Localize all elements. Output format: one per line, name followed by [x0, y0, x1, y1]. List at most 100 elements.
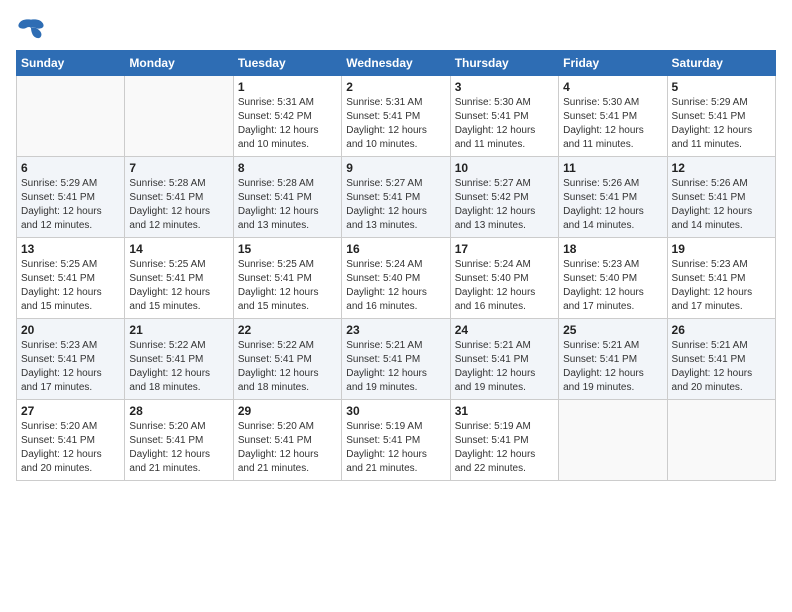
calendar-day-cell: 20Sunrise: 5:23 AM Sunset: 5:41 PM Dayli…: [17, 319, 125, 400]
day-info: Sunrise: 5:19 AM Sunset: 5:41 PM Dayligh…: [455, 420, 554, 476]
calendar-week-row: 1 Sunrise: 5:31 AM Sunset: 5:42 PM Daylig…: [17, 76, 776, 157]
day-info: Sunrise: 5:31 AM Sunset: 5:42 PM Dayligh…: [238, 96, 337, 152]
calendar-day-cell: 29Sunrise: 5:20 AM Sunset: 5:41 PM Dayli…: [233, 400, 341, 481]
day-info: Sunrise: 5:25 AM Sunset: 5:41 PM Dayligh…: [21, 258, 120, 314]
calendar-day-cell: 10 Sunrise: 5:27 AM Sunset: 5:42 PM Dayli…: [450, 157, 558, 238]
day-number: 8: [238, 161, 337, 175]
day-number: 2: [346, 80, 445, 94]
day-number: 27: [21, 404, 120, 418]
day-number: 14: [129, 242, 228, 256]
day-number: 11: [563, 161, 662, 175]
day-number: 26: [672, 323, 771, 337]
calendar-week-row: 20Sunrise: 5:23 AM Sunset: 5:41 PM Dayli…: [17, 319, 776, 400]
day-number: 22: [238, 323, 337, 337]
day-number: 17: [455, 242, 554, 256]
calendar-header-thursday: Thursday: [450, 51, 558, 76]
calendar-header-tuesday: Tuesday: [233, 51, 341, 76]
calendar-day-cell: 7Sunrise: 5:28 AM Sunset: 5:41 PM Daylig…: [125, 157, 233, 238]
calendar-day-cell: 22 Sunrise: 5:22 AM Sunset: 5:41 PM Dayli…: [233, 319, 341, 400]
day-info: Sunrise: 5:27 AM Sunset: 5:42 PM Dayligh…: [455, 177, 554, 233]
day-number: 21: [129, 323, 228, 337]
day-info: Sunrise: 5:23 AM Sunset: 5:40 PM Dayligh…: [563, 258, 662, 314]
day-info: Sunrise: 5:20 AM Sunset: 5:41 PM Dayligh…: [129, 420, 228, 476]
day-info: Sunrise: 5:21 AM Sunset: 5:41 PM Dayligh…: [672, 339, 771, 395]
day-number: 10: [455, 161, 554, 175]
calendar-day-cell: [17, 76, 125, 157]
calendar-day-cell: 1 Sunrise: 5:31 AM Sunset: 5:42 PM Daylig…: [233, 76, 341, 157]
day-info: Sunrise: 5:24 AM Sunset: 5:40 PM Dayligh…: [346, 258, 445, 314]
calendar-day-cell: 13 Sunrise: 5:25 AM Sunset: 5:41 PM Dayli…: [17, 238, 125, 319]
day-number: 3: [455, 80, 554, 94]
day-number: 25: [563, 323, 662, 337]
calendar-day-cell: 14 Sunrise: 5:25 AM Sunset: 5:41 PM Dayli…: [125, 238, 233, 319]
day-info: Sunrise: 5:22 AM Sunset: 5:41 PM Dayligh…: [238, 339, 337, 395]
calendar-header-row: SundayMondayTuesdayWednesdayThursdayFrid…: [17, 51, 776, 76]
day-info: Sunrise: 5:24 AM Sunset: 5:40 PM Dayligh…: [455, 258, 554, 314]
day-number: 24: [455, 323, 554, 337]
day-number: 20: [21, 323, 120, 337]
calendar-day-cell: 23 Sunrise: 5:21 AM Sunset: 5:41 PM Dayli…: [342, 319, 450, 400]
calendar-day-cell: 12Sunrise: 5:26 AM Sunset: 5:41 PM Dayli…: [667, 157, 775, 238]
day-number: 16: [346, 242, 445, 256]
day-info: Sunrise: 5:29 AM Sunset: 5:41 PM Dayligh…: [21, 177, 120, 233]
day-number: 7: [129, 161, 228, 175]
calendar-day-cell: [559, 400, 667, 481]
calendar-header-wednesday: Wednesday: [342, 51, 450, 76]
day-number: 5: [672, 80, 771, 94]
day-number: 31: [455, 404, 554, 418]
day-number: 6: [21, 161, 120, 175]
day-number: 9: [346, 161, 445, 175]
calendar-day-cell: 26 Sunrise: 5:21 AM Sunset: 5:41 PM Dayli…: [667, 319, 775, 400]
day-info: Sunrise: 5:30 AM Sunset: 5:41 PM Dayligh…: [455, 96, 554, 152]
calendar-day-cell: 24 Sunrise: 5:21 AM Sunset: 5:41 PM Dayli…: [450, 319, 558, 400]
calendar-day-cell: 25 Sunrise: 5:21 AM Sunset: 5:41 PM Dayli…: [559, 319, 667, 400]
day-number: 19: [672, 242, 771, 256]
calendar-body: 1 Sunrise: 5:31 AM Sunset: 5:42 PM Daylig…: [17, 76, 776, 481]
day-number: 1: [238, 80, 337, 94]
calendar-week-row: 6 Sunrise: 5:29 AM Sunset: 5:41 PM Daylig…: [17, 157, 776, 238]
calendar-header-sunday: Sunday: [17, 51, 125, 76]
day-info: Sunrise: 5:21 AM Sunset: 5:41 PM Dayligh…: [346, 339, 445, 395]
day-info: Sunrise: 5:26 AM Sunset: 5:41 PM Dayligh…: [672, 177, 771, 233]
calendar-table: SundayMondayTuesdayWednesdayThursdayFrid…: [16, 50, 776, 481]
calendar-day-cell: [667, 400, 775, 481]
day-number: 23: [346, 323, 445, 337]
calendar-day-cell: 2 Sunrise: 5:31 AM Sunset: 5:41 PM Daylig…: [342, 76, 450, 157]
day-info: Sunrise: 5:26 AM Sunset: 5:41 PM Dayligh…: [563, 177, 662, 233]
day-number: 29: [238, 404, 337, 418]
calendar-day-cell: 5Sunrise: 5:29 AM Sunset: 5:41 PM Daylig…: [667, 76, 775, 157]
day-info: Sunrise: 5:21 AM Sunset: 5:41 PM Dayligh…: [563, 339, 662, 395]
calendar-day-cell: 28 Sunrise: 5:20 AM Sunset: 5:41 PM Dayli…: [125, 400, 233, 481]
day-info: Sunrise: 5:25 AM Sunset: 5:41 PM Dayligh…: [129, 258, 228, 314]
logo: [16, 16, 50, 40]
calendar-day-cell: [125, 76, 233, 157]
day-info: Sunrise: 5:22 AM Sunset: 5:41 PM Dayligh…: [129, 339, 228, 395]
calendar-day-cell: 17 Sunrise: 5:24 AM Sunset: 5:40 PM Dayli…: [450, 238, 558, 319]
calendar-day-cell: 31 Sunrise: 5:19 AM Sunset: 5:41 PM Dayli…: [450, 400, 558, 481]
day-number: 28: [129, 404, 228, 418]
day-info: Sunrise: 5:20 AM Sunset: 5:41 PM Dayligh…: [21, 420, 120, 476]
logo-bird-icon: [16, 16, 46, 40]
day-info: Sunrise: 5:21 AM Sunset: 5:41 PM Dayligh…: [455, 339, 554, 395]
day-info: Sunrise: 5:31 AM Sunset: 5:41 PM Dayligh…: [346, 96, 445, 152]
calendar-day-cell: 16 Sunrise: 5:24 AM Sunset: 5:40 PM Dayli…: [342, 238, 450, 319]
calendar-day-cell: 8 Sunrise: 5:28 AM Sunset: 5:41 PM Daylig…: [233, 157, 341, 238]
calendar-day-cell: 4Sunrise: 5:30 AM Sunset: 5:41 PM Daylig…: [559, 76, 667, 157]
calendar-day-cell: 19Sunrise: 5:23 AM Sunset: 5:41 PM Dayli…: [667, 238, 775, 319]
calendar-day-cell: 30 Sunrise: 5:19 AM Sunset: 5:41 PM Dayli…: [342, 400, 450, 481]
calendar-day-cell: 6 Sunrise: 5:29 AM Sunset: 5:41 PM Daylig…: [17, 157, 125, 238]
calendar-day-cell: 18Sunrise: 5:23 AM Sunset: 5:40 PM Dayli…: [559, 238, 667, 319]
calendar-header-saturday: Saturday: [667, 51, 775, 76]
calendar-day-cell: 27 Sunrise: 5:20 AM Sunset: 5:41 PM Dayli…: [17, 400, 125, 481]
day-number: 30: [346, 404, 445, 418]
day-number: 13: [21, 242, 120, 256]
calendar-day-cell: 21 Sunrise: 5:22 AM Sunset: 5:41 PM Dayli…: [125, 319, 233, 400]
calendar-day-cell: 11 Sunrise: 5:26 AM Sunset: 5:41 PM Dayli…: [559, 157, 667, 238]
day-info: Sunrise: 5:19 AM Sunset: 5:41 PM Dayligh…: [346, 420, 445, 476]
day-info: Sunrise: 5:27 AM Sunset: 5:41 PM Dayligh…: [346, 177, 445, 233]
calendar-header-friday: Friday: [559, 51, 667, 76]
calendar-day-cell: 15Sunrise: 5:25 AM Sunset: 5:41 PM Dayli…: [233, 238, 341, 319]
day-info: Sunrise: 5:30 AM Sunset: 5:41 PM Dayligh…: [563, 96, 662, 152]
day-number: 15: [238, 242, 337, 256]
day-info: Sunrise: 5:28 AM Sunset: 5:41 PM Dayligh…: [238, 177, 337, 233]
